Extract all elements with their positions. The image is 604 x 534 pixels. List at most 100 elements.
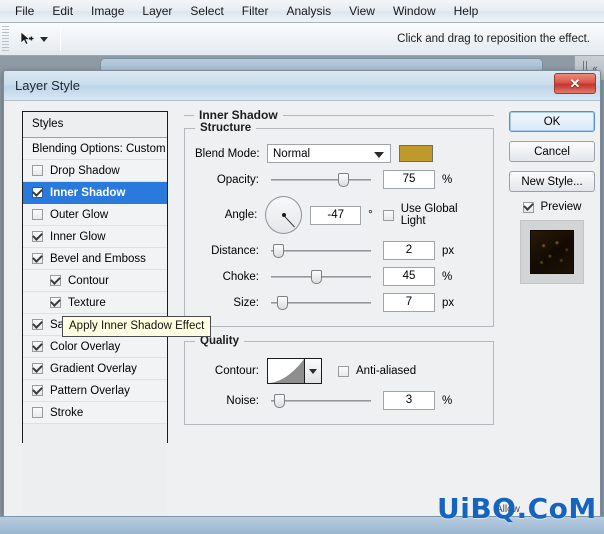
blending-options-row[interactable]: Blending Options: Custom [23, 138, 167, 160]
distance-slider[interactable] [267, 241, 375, 260]
choke-slider[interactable] [267, 267, 375, 286]
effect-settings-panel: Inner Shadow Structure Blend Mode: Norma… [184, 108, 494, 443]
checkbox-gradient-overlay[interactable] [32, 363, 43, 374]
dialog-title-bar[interactable]: Layer Style ✕ [4, 71, 600, 101]
style-row-outer-glow[interactable]: Outer Glow [23, 204, 167, 226]
anti-aliased-checkbox-row[interactable]: Anti-aliased [338, 365, 416, 377]
checkbox-color-overlay[interactable] [32, 341, 43, 352]
opacity-row: Opacity: 75 % [195, 168, 483, 191]
menu-select[interactable]: Select [181, 2, 232, 21]
distance-input[interactable]: 2 [383, 241, 435, 260]
opacity-label: Opacity: [216, 173, 259, 186]
menu-edit[interactable]: Edit [43, 2, 82, 21]
choke-slider-thumb[interactable] [311, 270, 323, 284]
style-row-inner-glow[interactable]: Inner Glow [23, 226, 167, 248]
opacity-slider[interactable] [267, 170, 375, 189]
cancel-button[interactable]: Cancel [509, 141, 595, 162]
size-input[interactable]: 7 [383, 293, 435, 312]
effect-panel-title: Inner Shadow [194, 108, 283, 122]
use-global-light-label: Use Global Light [400, 203, 458, 227]
menu-help[interactable]: Help [445, 2, 488, 21]
options-hint-text: Click and drag to reposition the effect. [397, 33, 590, 45]
blend-mode-select[interactable]: Normal [267, 144, 391, 163]
opacity-slider-track [271, 179, 371, 181]
current-tool-button[interactable] [13, 29, 54, 50]
style-label: Stroke [50, 406, 84, 419]
checkbox-satin[interactable] [32, 319, 43, 330]
contour-dropdown-button[interactable] [304, 359, 321, 383]
menu-layer[interactable]: Layer [133, 2, 181, 21]
checkbox-use-global-light[interactable] [382, 209, 394, 221]
new-style-button[interactable]: New Style... [509, 171, 595, 192]
tool-preset-chevron-down-icon[interactable] [40, 36, 48, 42]
blend-mode-label: Blend Mode: [195, 147, 260, 160]
menu-view[interactable]: View [340, 2, 384, 21]
style-row-gradient-overlay[interactable]: Gradient Overlay [23, 358, 167, 380]
style-row-inner-shadow[interactable]: Inner Shadow [23, 182, 167, 204]
checkbox-inner-glow[interactable] [32, 231, 43, 242]
checkbox-anti-aliased[interactable] [338, 365, 349, 377]
checkbox-bevel-and-emboss[interactable] [32, 253, 43, 264]
noise-slider-thumb[interactable] [273, 394, 285, 408]
photoshop-window: 1 0 22.2%(L... 2, RGB/8) « File Edit Ima… [0, 0, 604, 534]
dialog-actions: OK Cancel New Style... Preview [509, 111, 595, 284]
styles-header[interactable]: Styles [23, 112, 167, 138]
options-separator [60, 27, 61, 51]
dialog-body: Styles Blending Options: Custom Drop Sha… [4, 101, 600, 534]
checkbox-outer-glow[interactable] [32, 209, 43, 220]
layer-style-dialog: Layer Style ✕ Styles Blending Options: C… [3, 70, 601, 534]
noise-input[interactable]: 3 [383, 391, 435, 410]
checkbox-inner-shadow[interactable] [32, 187, 43, 198]
choke-input[interactable]: 45 [383, 267, 435, 286]
menu-analysis[interactable]: Analysis [277, 2, 340, 21]
noise-slider[interactable] [267, 391, 375, 410]
contour-curve-icon [268, 359, 304, 383]
menu-window[interactable]: Window [384, 2, 445, 21]
menu-image[interactable]: Image [82, 2, 133, 21]
close-icon[interactable]: ✕ [554, 73, 596, 94]
size-slider[interactable] [267, 293, 375, 312]
distance-row: Distance: 2 px [195, 239, 483, 262]
use-global-light-checkbox-row[interactable]: Use Global Light [382, 203, 483, 227]
style-row-contour[interactable]: Contour [23, 270, 167, 292]
checkbox-pattern-overlay[interactable] [32, 385, 43, 396]
checkbox-drop-shadow[interactable] [32, 165, 43, 176]
angle-input[interactable]: -47 [310, 205, 362, 225]
distance-label: Distance: [211, 244, 259, 257]
contour-picker[interactable] [267, 358, 322, 384]
style-row-pattern-overlay[interactable]: Pattern Overlay [23, 380, 167, 402]
structure-group: Structure Blend Mode: Normal Opacity: 75… [184, 122, 494, 327]
opacity-input[interactable]: 75 [383, 170, 435, 189]
style-label: Outer Glow [50, 208, 109, 221]
shadow-color-swatch[interactable] [399, 145, 433, 162]
distance-slider-thumb[interactable] [272, 244, 284, 258]
contour-preview [268, 359, 304, 383]
distance-slider-track [271, 250, 371, 252]
blend-mode-row: Blend Mode: Normal [195, 142, 483, 165]
menu-filter[interactable]: Filter [233, 2, 278, 21]
checkbox-stroke[interactable] [32, 407, 43, 418]
choke-unit: % [442, 270, 453, 283]
style-row-stroke[interactable]: Stroke [23, 402, 167, 424]
opacity-slider-thumb[interactable] [337, 173, 349, 187]
menu-file[interactable]: File [6, 2, 43, 21]
angle-label: Angle: [224, 209, 258, 221]
angle-unit: ° [368, 209, 373, 221]
style-row-drop-shadow[interactable]: Drop Shadow [23, 160, 167, 182]
style-label: Drop Shadow [50, 164, 120, 177]
options-bar-grip[interactable] [2, 26, 9, 52]
dialog-title: Layer Style [15, 78, 81, 93]
checkbox-contour[interactable] [50, 275, 61, 286]
move-tool-icon [20, 30, 34, 45]
preview-checkbox-row[interactable]: Preview [509, 201, 595, 213]
style-row-color-overlay[interactable]: Color Overlay [23, 336, 167, 358]
checkbox-texture[interactable] [50, 297, 61, 308]
style-row-texture[interactable]: Texture [23, 292, 167, 314]
size-slider-thumb[interactable] [277, 296, 289, 310]
angle-dial[interactable] [265, 196, 303, 234]
style-row-bevel-and-emboss[interactable]: Bevel and Emboss [23, 248, 167, 270]
style-label: Color Overlay [50, 340, 121, 353]
ok-button[interactable]: OK [509, 111, 595, 132]
watermark: UiBQ.CoM [437, 492, 597, 525]
checkbox-preview[interactable] [522, 201, 534, 213]
